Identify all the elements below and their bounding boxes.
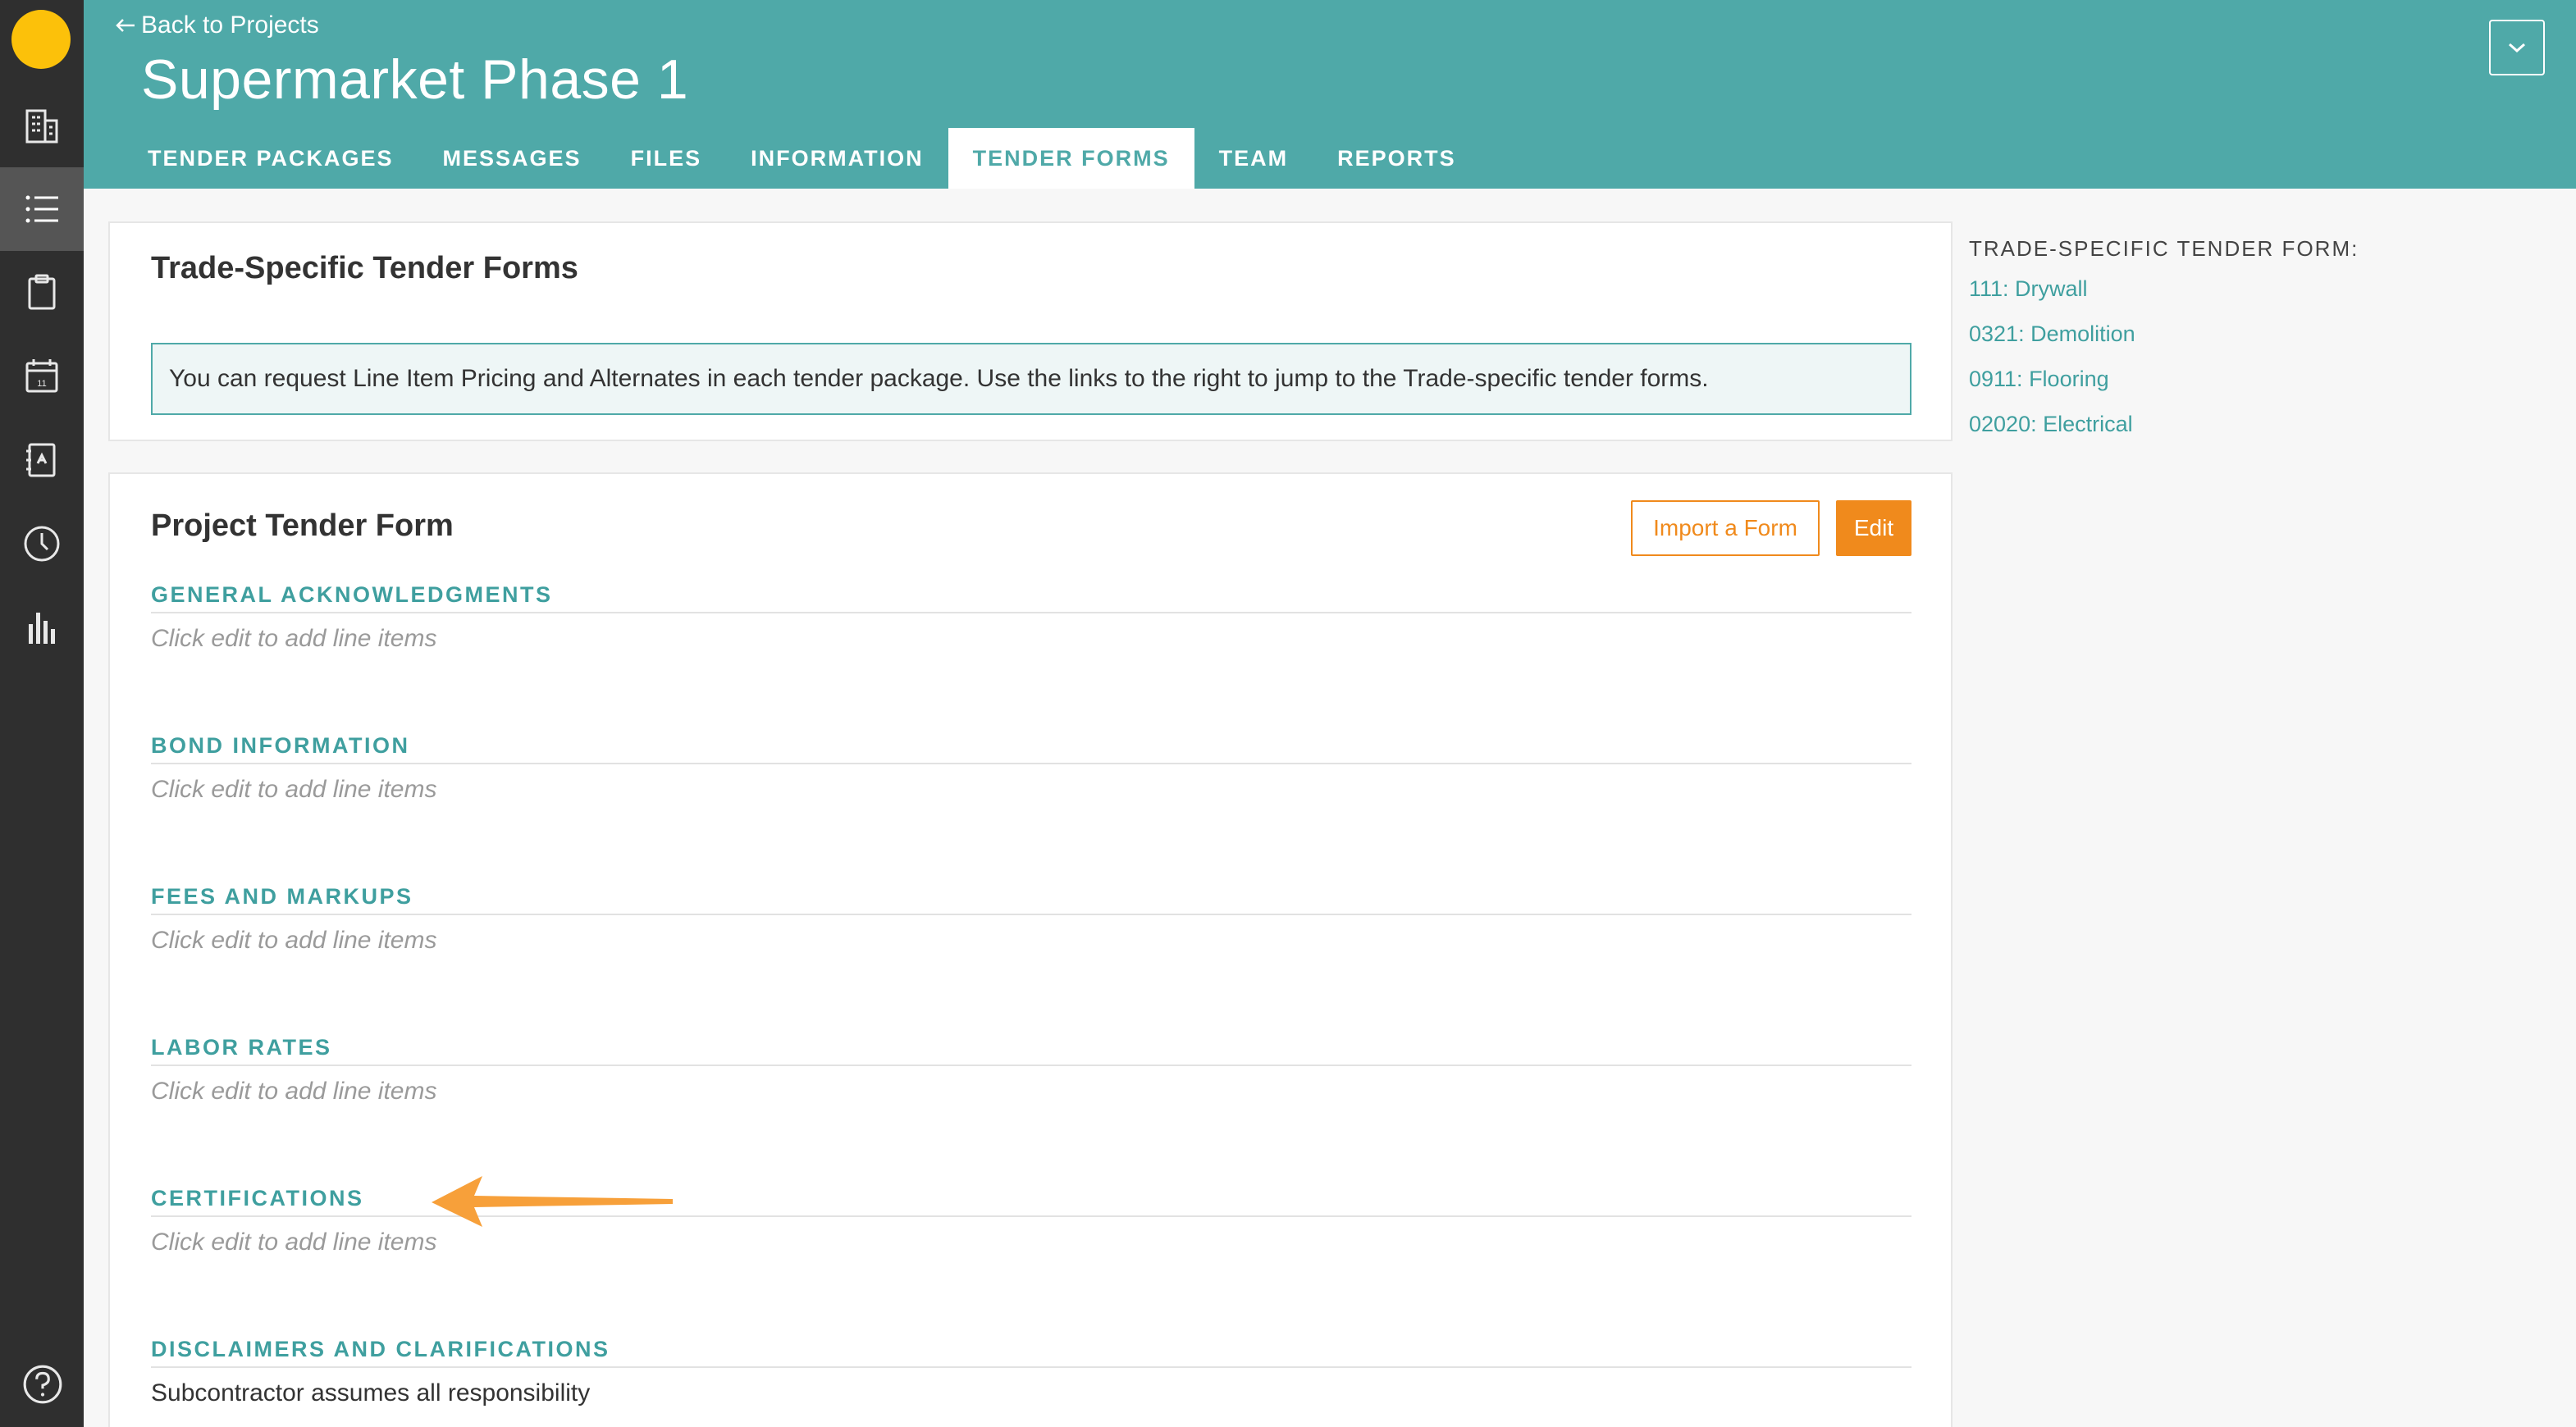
address-book-icon: [26, 443, 56, 477]
section-heading: BOND INFORMATION: [151, 732, 1911, 764]
import-form-button[interactable]: Import a Form: [1631, 500, 1820, 556]
annotation-arrow-icon: [432, 1176, 673, 1227]
section-disclaimers-and-clarifications: DISCLAIMERS AND CLARIFICATIONS Subcontra…: [151, 1335, 1911, 1407]
project-tender-form-card: Project Tender Form Import a Form Edit G…: [108, 472, 1953, 1427]
nav-clipboard[interactable]: [0, 251, 84, 335]
logo[interactable]: [11, 10, 71, 69]
section-labor-rates: LABOR RATES Click edit to add line items: [151, 1033, 1911, 1106]
nav-calendar[interactable]: 11: [0, 335, 84, 418]
section-heading: GENERAL ACKNOWLEDGMENTS: [151, 581, 1911, 613]
nav-clock[interactable]: [0, 502, 84, 586]
chevron-down-icon: [2509, 43, 2525, 53]
trade-link-flooring[interactable]: 0911: Flooring: [1969, 367, 2543, 392]
back-label: Back to Projects: [141, 11, 319, 39]
section-heading: LABOR RATES: [151, 1033, 1911, 1066]
trade-card-title: Trade-Specific Tender Forms: [151, 251, 578, 285]
section-heading: CERTIFICATIONS: [151, 1184, 1911, 1217]
project-tabs: TENDER PACKAGES MESSAGES FILES INFORMATI…: [123, 128, 1481, 189]
section-heading: FEES AND MARKUPS: [151, 882, 1911, 915]
app-root: 11 Back to Projects Supermarket Phase 1 …: [0, 0, 2576, 1427]
left-nav-rail: 11: [0, 0, 84, 1427]
clipboard-icon: [28, 274, 56, 310]
tab-messages[interactable]: MESSAGES: [418, 128, 606, 189]
list-icon: [25, 195, 58, 223]
project-card-title: Project Tender Form: [151, 508, 454, 543]
buildings-icon: [25, 109, 58, 144]
trade-forms-side-panel: TRADE-SPECIFIC TENDER FORM: 111: Drywall…: [1969, 236, 2543, 437]
nav-buildings[interactable]: [0, 84, 84, 167]
trade-link-demolition[interactable]: 0321: Demolition: [1969, 321, 2543, 347]
section-general-acknowledgments: GENERAL ACKNOWLEDGMENTS Click edit to ad…: [151, 581, 1911, 653]
back-to-projects-link[interactable]: Back to Projects: [115, 11, 319, 39]
section-bond-information: BOND INFORMATION Click edit to add line …: [151, 732, 1911, 804]
clock-icon: [24, 526, 60, 562]
section-body: Click edit to add line items: [151, 1229, 437, 1256]
trade-link-electrical[interactable]: 02020: Electrical: [1969, 412, 2543, 437]
header-menu-dropdown[interactable]: [2489, 20, 2545, 75]
calendar-day: 11: [37, 379, 46, 389]
section-certifications: CERTIFICATIONS Click edit to add line it…: [151, 1184, 1911, 1256]
nav-reports-chart[interactable]: [0, 586, 84, 669]
calendar-icon: 11: [25, 359, 58, 393]
nav-list[interactable]: [0, 167, 84, 251]
tab-tender-packages[interactable]: TENDER PACKAGES: [123, 128, 418, 189]
section-body: Click edit to add line items: [151, 927, 437, 954]
section-heading: DISCLAIMERS AND CLARIFICATIONS: [151, 1335, 1911, 1368]
section-body: Click edit to add line items: [151, 776, 437, 803]
section-body: Subcontractor assumes all responsibility: [151, 1379, 591, 1406]
page-title: Supermarket Phase 1: [141, 48, 689, 111]
nav-address-book[interactable]: [0, 418, 84, 502]
trade-link-drywall[interactable]: 111: Drywall: [1969, 276, 2543, 302]
trade-specific-card: Trade-Specific Tender Forms You can requ…: [108, 221, 1953, 441]
side-panel-heading: TRADE-SPECIFIC TENDER FORM:: [1969, 236, 2359, 261]
arrow-left-icon: [116, 19, 135, 32]
tab-team[interactable]: TEAM: [1194, 128, 1313, 189]
edit-button[interactable]: Edit: [1836, 500, 1911, 556]
tab-information[interactable]: INFORMATION: [726, 128, 948, 189]
section-fees-and-markups: FEES AND MARKUPS Click edit to add line …: [151, 882, 1911, 955]
section-body: Click edit to add line items: [151, 625, 437, 652]
bar-chart-icon: [29, 613, 55, 644]
tab-reports[interactable]: REPORTS: [1313, 128, 1481, 189]
info-banner: You can request Line Item Pricing and Al…: [151, 343, 1911, 415]
tab-files[interactable]: FILES: [606, 128, 727, 189]
section-body: Click edit to add line items: [151, 1078, 437, 1105]
project-header: Back to Projects Supermarket Phase 1 TEN…: [84, 0, 2576, 189]
help-icon[interactable]: [21, 1363, 64, 1406]
tab-tender-forms[interactable]: TENDER FORMS: [948, 128, 1194, 189]
